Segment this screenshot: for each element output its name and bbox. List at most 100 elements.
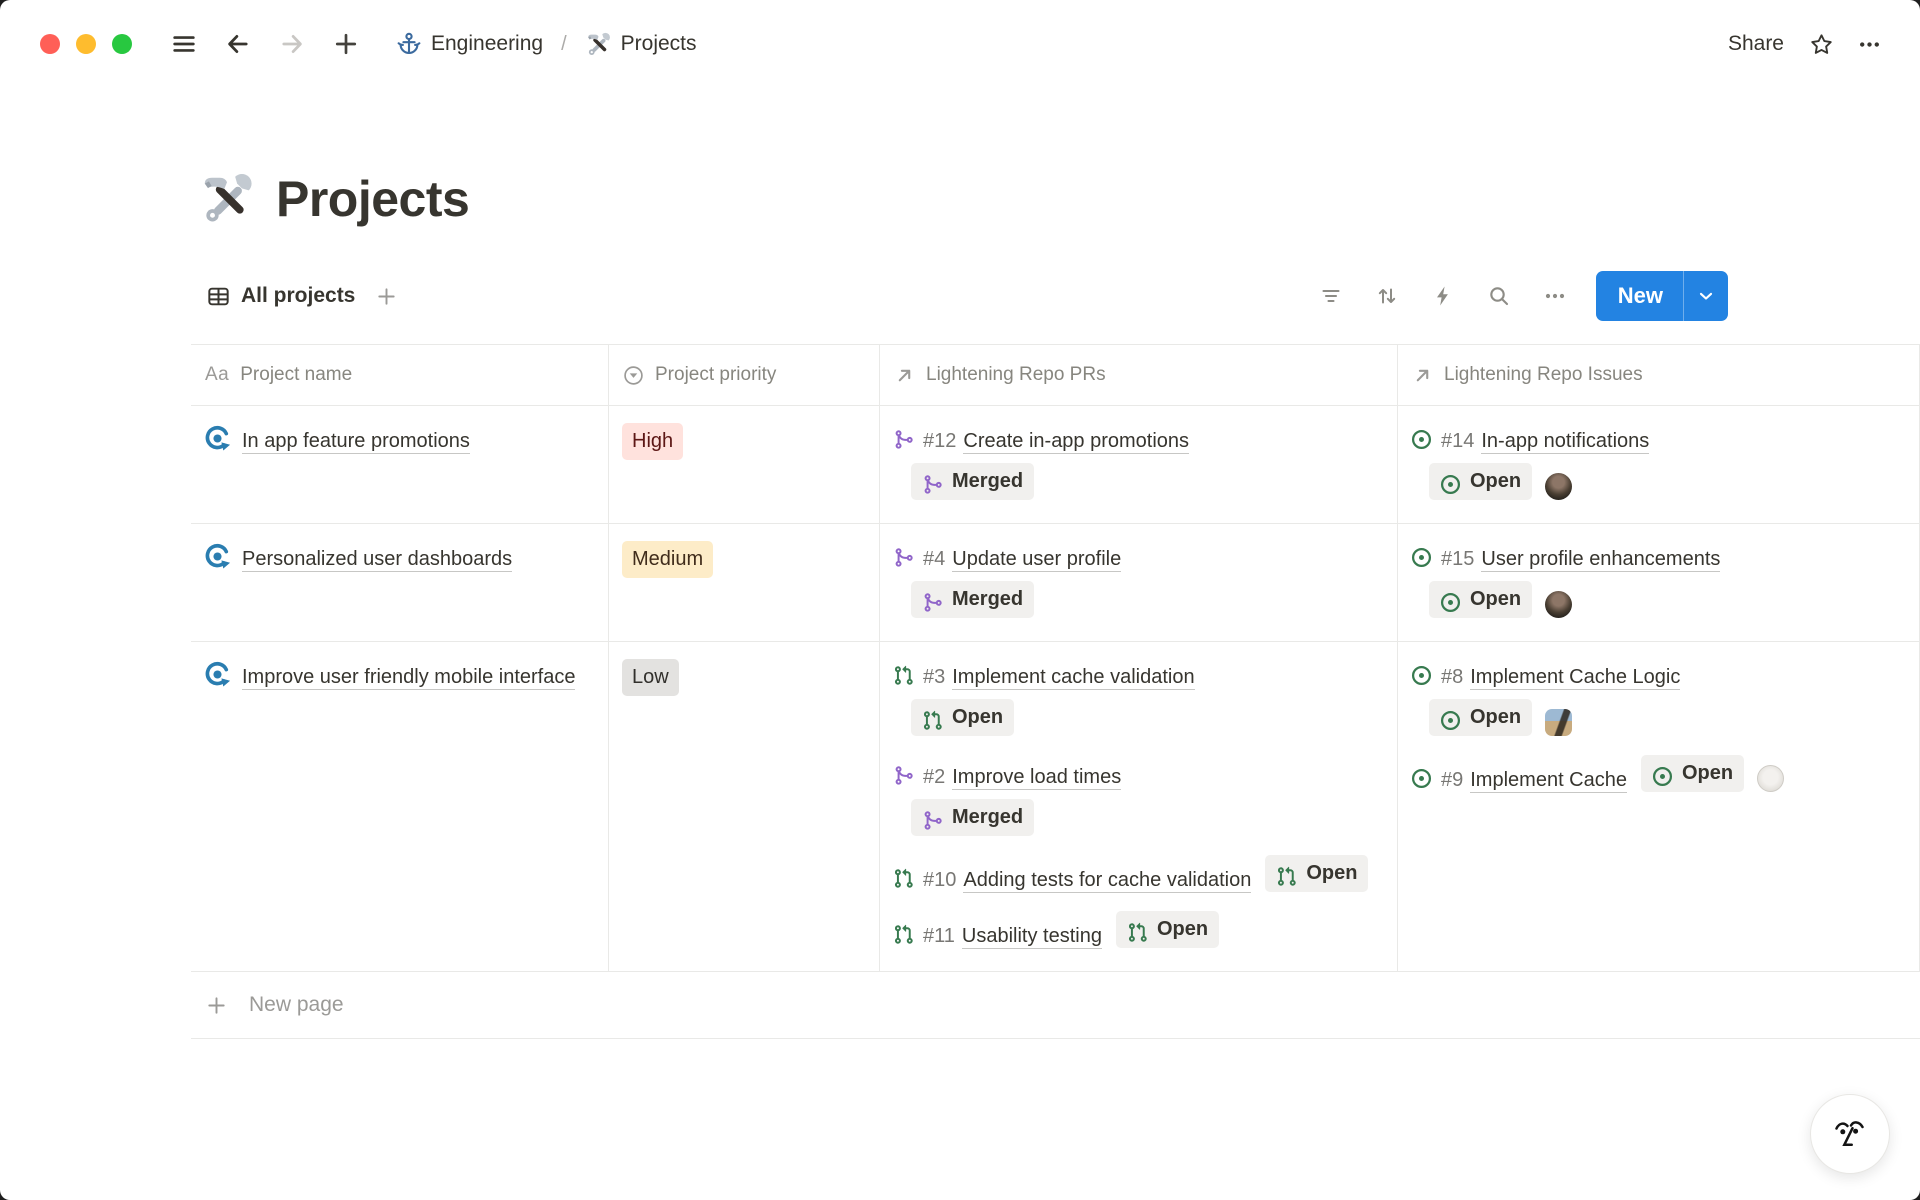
new-page-row[interactable]: New page (191, 972, 1920, 1039)
favorite-star-icon[interactable] (1800, 24, 1842, 64)
issue-entry: #15 User profile enhancements Open (1411, 537, 1905, 628)
issue-open-icon (1411, 422, 1432, 443)
issue-link[interactable]: In-app notifications (1481, 430, 1649, 454)
sort-button[interactable] (1366, 276, 1408, 316)
more-options-icon[interactable] (1848, 24, 1890, 64)
pr-status-pill[interactable]: Open (1265, 855, 1368, 892)
traffic-light-minimize[interactable] (76, 34, 96, 54)
issues-cell[interactable]: #15 User profile enhancements Open (1398, 524, 1920, 641)
menu-button[interactable] (164, 24, 204, 64)
external-link-icon (1412, 365, 1433, 386)
issue-open-icon (1440, 471, 1461, 492)
status-label: Open (1157, 911, 1208, 948)
breadcrumb-workspace[interactable]: Engineering (390, 27, 549, 61)
new-button[interactable]: New (1596, 271, 1683, 321)
issue-status-pill[interactable]: Open (1429, 699, 1532, 736)
issue-status-pill[interactable]: Open (1641, 755, 1744, 792)
external-link-icon (894, 365, 915, 386)
pr-entry: #4Update user profileMerged (893, 537, 1383, 628)
view-tab-all-projects[interactable]: All projects (204, 280, 357, 313)
priority-cell[interactable]: Low (609, 642, 880, 971)
column-header-1[interactable]: Project priority (609, 345, 880, 405)
pr-link[interactable]: Implement cache validation (952, 666, 1194, 690)
pr-link[interactable]: Adding tests for cache validation (963, 869, 1251, 893)
add-view-button[interactable] (367, 277, 405, 315)
share-button[interactable]: Share (1718, 26, 1794, 62)
forward-icon (278, 30, 306, 58)
priority-tag[interactable]: High (622, 423, 683, 460)
issue-status-pill[interactable]: Open (1429, 581, 1532, 618)
pr-link[interactable]: Create in-app promotions (963, 430, 1189, 454)
search-button[interactable] (1478, 276, 1520, 316)
breadcrumb-workspace-label: Engineering (431, 32, 543, 56)
project-name-link[interactable]: Improve user friendly mobile interface (242, 666, 575, 690)
project-name-cell[interactable]: Personalized user dashboards (191, 524, 609, 641)
status-label: Open (952, 699, 1003, 736)
priority-tag[interactable]: Medium (622, 541, 713, 578)
issues-cell[interactable]: #8Implement Cache LogicOpen#9Implement C… (1398, 642, 1920, 971)
prs-cell[interactable]: #4Update user profileMerged (880, 524, 1398, 641)
column-header-0[interactable]: AaProject name (191, 345, 609, 405)
pr-status-pill[interactable]: Merged (911, 799, 1034, 836)
breadcrumb-page[interactable]: Projects (579, 27, 703, 62)
more-button[interactable] (1534, 276, 1576, 316)
breadcrumb-divider: / (559, 33, 569, 56)
project-name-link[interactable]: Personalized user dashboards (242, 548, 512, 572)
automations-button[interactable] (1422, 276, 1464, 316)
pr-status-pill[interactable]: Merged (911, 581, 1034, 618)
project-name-cell[interactable]: Improve user friendly mobile interface (191, 642, 609, 971)
issue-status-pill[interactable]: Open (1429, 463, 1532, 500)
assignee-avatar[interactable] (1545, 591, 1572, 618)
forward-button[interactable] (272, 24, 312, 64)
issues-cell[interactable]: #14 In-app notifications Open (1398, 406, 1920, 523)
git-pr-icon (893, 861, 914, 882)
filter-button[interactable] (1310, 276, 1352, 316)
issue-number: #15 (1441, 548, 1474, 570)
project-name-cell[interactable]: In app feature promotions (191, 406, 609, 523)
nav-buttons (164, 24, 380, 64)
prs-cell[interactable]: #3Implement cache validationOpen#2Improv… (880, 642, 1398, 971)
assignee-avatar[interactable] (1545, 473, 1572, 500)
pr-number: #11 (923, 925, 955, 947)
git-merge-icon (922, 589, 943, 610)
new-button-dropdown[interactable] (1683, 271, 1728, 321)
pr-number: #12 (923, 430, 956, 452)
assignee-avatar[interactable] (1545, 709, 1572, 736)
issue-link[interactable]: User profile enhancements (1481, 548, 1720, 572)
status-label: Open (1470, 463, 1521, 500)
issue-open-icon (1440, 589, 1461, 610)
plus-icon (205, 994, 228, 1017)
column-header-2[interactable]: Lightening Repo PRs (880, 345, 1398, 405)
pr-status-pill[interactable]: Merged (911, 463, 1034, 500)
traffic-light-zoom[interactable] (112, 34, 132, 54)
page-title[interactable]: Projects (276, 172, 469, 227)
anchor-icon (396, 31, 422, 57)
pr-status-pill[interactable]: Open (1116, 911, 1219, 948)
issue-link[interactable]: Implement Cache Logic (1470, 666, 1680, 690)
hammer-wrench-page-icon[interactable] (198, 170, 256, 228)
priority-cell[interactable]: Medium (609, 524, 880, 641)
new-tab-icon (332, 30, 360, 58)
pr-link[interactable]: Update user profile (952, 548, 1121, 572)
issue-link[interactable]: Implement Cache (1470, 769, 1627, 793)
git-pr-icon (893, 917, 914, 938)
status-label: Open (1470, 699, 1521, 736)
column-header-3[interactable]: Lightening Repo Issues (1398, 345, 1920, 405)
priority-cell[interactable]: High (609, 406, 880, 523)
pr-number: #3 (923, 666, 945, 688)
priority-tag[interactable]: Low (622, 659, 679, 696)
issue-number: #8 (1441, 666, 1463, 688)
breadcrumb-page-label: Projects (621, 32, 697, 56)
pr-link[interactable]: Improve load times (952, 766, 1121, 790)
pr-status-pill[interactable]: Open (911, 699, 1014, 736)
new-tab-button[interactable] (326, 24, 366, 64)
project-name-link[interactable]: In app feature promotions (242, 430, 470, 454)
notion-ai-button[interactable] (1810, 1094, 1890, 1174)
traffic-light-close[interactable] (40, 34, 60, 54)
prs-cell[interactable]: #12 Create in-app promotions Merged (880, 406, 1398, 523)
back-button[interactable] (218, 24, 258, 64)
assignee-avatar[interactable] (1757, 765, 1784, 792)
git-merge-icon (893, 758, 914, 779)
pr-link[interactable]: Usability testing (962, 925, 1102, 949)
issue-number: #14 (1441, 430, 1474, 452)
